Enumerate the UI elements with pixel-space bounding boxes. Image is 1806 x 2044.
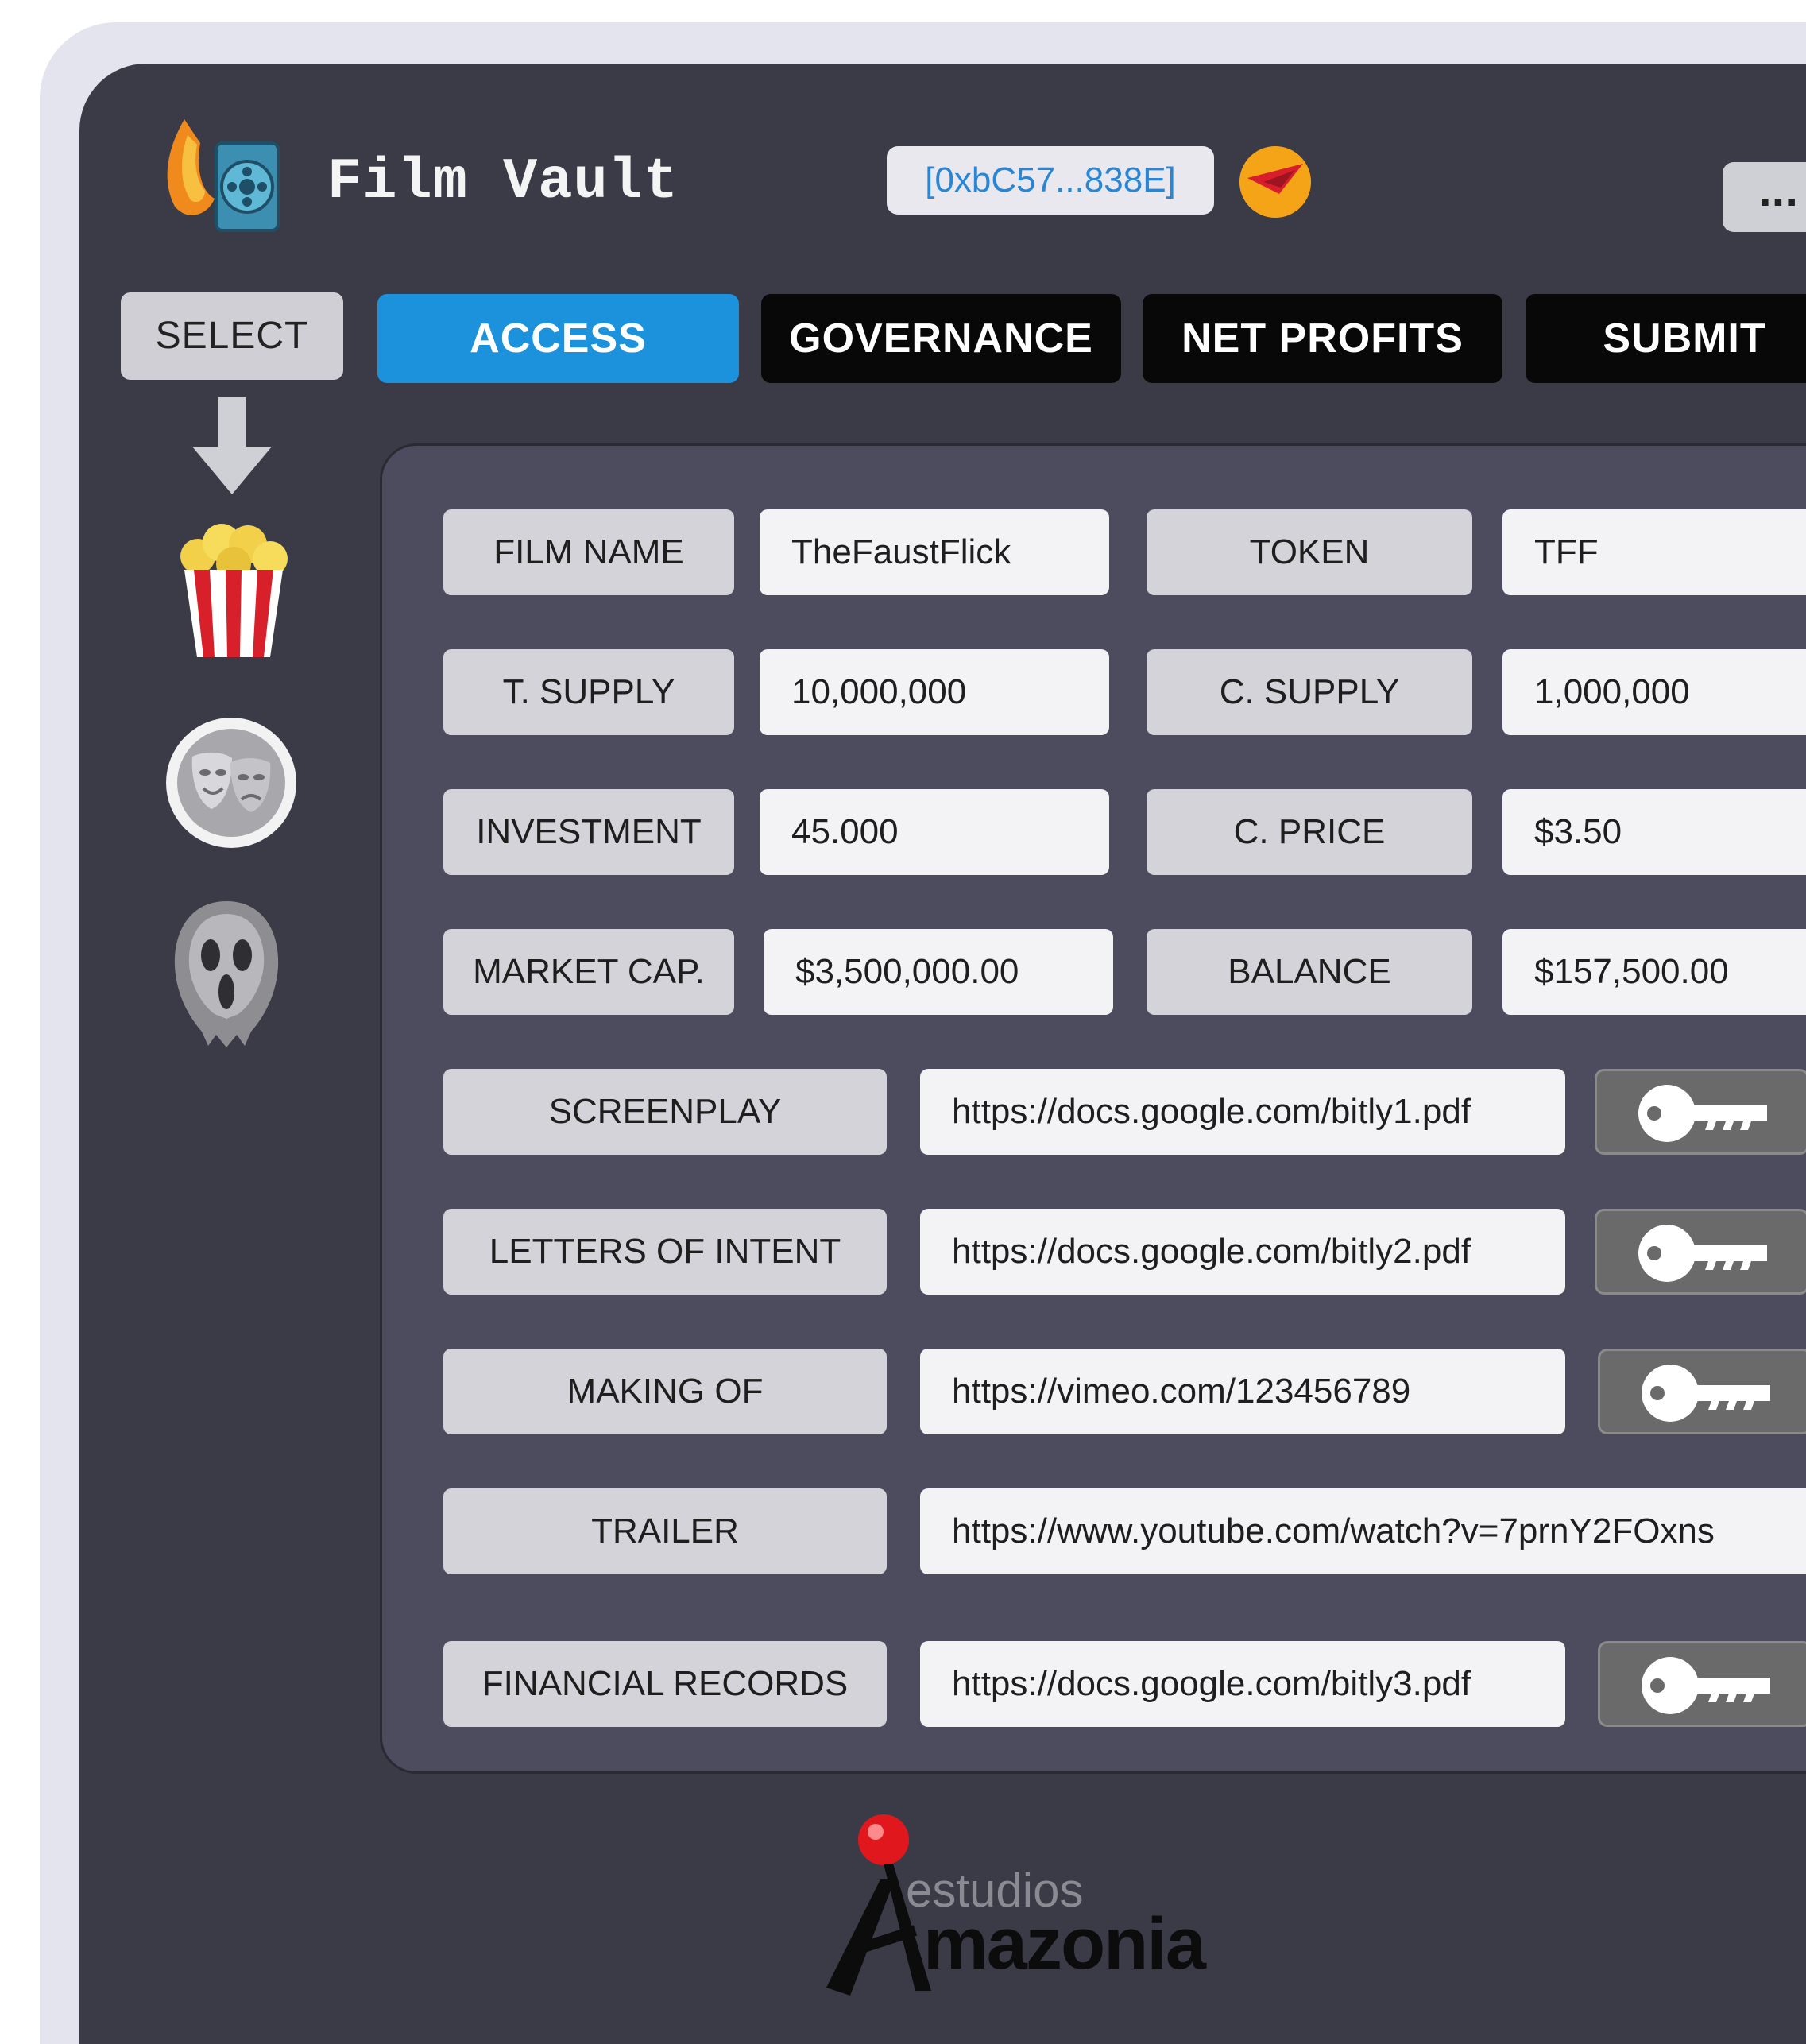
theater-masks-icon[interactable] bbox=[164, 715, 299, 850]
screenplay-label: SCREENPLAY bbox=[443, 1069, 887, 1155]
app-title: Film Vault bbox=[327, 149, 679, 215]
more-options-button[interactable]: ... bbox=[1723, 162, 1806, 232]
investment-label: INVESTMENT bbox=[443, 789, 734, 875]
balance-label: BALANCE bbox=[1147, 929, 1472, 1015]
market-cap-label: MARKET CAP. bbox=[443, 929, 734, 1015]
total-supply-label: T. SUPPLY bbox=[443, 649, 734, 735]
key-icon bbox=[1642, 1365, 1770, 1422]
wallet-address-badge[interactable]: [0xbC57...838E] bbox=[887, 146, 1214, 215]
financial-records-unlock-button[interactable] bbox=[1598, 1641, 1806, 1727]
circulating-supply-label: C. SUPPLY bbox=[1147, 649, 1472, 735]
brand-bottom-text: mazonia bbox=[923, 1903, 1207, 1984]
making-of-unlock-button[interactable] bbox=[1598, 1349, 1806, 1434]
making-of-label: MAKING OF bbox=[443, 1349, 887, 1434]
current-price-label: C. PRICE bbox=[1147, 789, 1472, 875]
wallet-avatar-icon[interactable] bbox=[1239, 146, 1311, 218]
current-price-field[interactable]: $3.50 bbox=[1502, 789, 1806, 875]
token-label: TOKEN bbox=[1147, 509, 1472, 595]
estudios-amazonia-logo: estudios mazonia bbox=[826, 1814, 1209, 1996]
token-field[interactable]: TFF bbox=[1502, 509, 1806, 595]
total-supply-field[interactable]: 10,000,000 bbox=[760, 649, 1109, 735]
tab-net-profits[interactable]: NET PROFITS bbox=[1143, 294, 1502, 383]
financial-records-url-field[interactable]: https://docs.google.com/bitly3.pdf bbox=[920, 1641, 1565, 1727]
film-details-card: FILM NAME TheFaustFlick TOKEN TFF T. SUP… bbox=[380, 443, 1806, 1774]
arrow-down-icon bbox=[192, 397, 272, 494]
film-vault-logo-icon bbox=[167, 119, 280, 232]
screenplay-unlock-button[interactable] bbox=[1595, 1069, 1806, 1155]
trailer-label: TRAILER bbox=[443, 1488, 887, 1574]
letters-of-intent-label: LETTERS OF INTENT bbox=[443, 1209, 887, 1295]
key-icon bbox=[1638, 1225, 1767, 1282]
film-name-field[interactable]: TheFaustFlick bbox=[760, 509, 1109, 595]
tab-access[interactable]: ACCESS bbox=[377, 294, 739, 383]
tab-governance[interactable]: GOVERNANCE bbox=[761, 294, 1121, 383]
balance-field[interactable]: $157,500.00 bbox=[1502, 929, 1806, 1015]
investment-field[interactable]: 45.000 bbox=[760, 789, 1109, 875]
key-icon bbox=[1642, 1657, 1770, 1714]
select-button[interactable]: SELECT bbox=[121, 292, 343, 380]
screenplay-url-field[interactable]: https://docs.google.com/bitly1.pdf bbox=[920, 1069, 1565, 1155]
market-cap-field[interactable]: $3,500,000.00 bbox=[764, 929, 1113, 1015]
making-of-url-field[interactable]: https://vimeo.com/123456789 bbox=[920, 1349, 1565, 1434]
letters-of-intent-unlock-button[interactable] bbox=[1595, 1209, 1806, 1295]
key-icon bbox=[1638, 1085, 1767, 1142]
financial-records-label: FINANCIAL RECORDS bbox=[443, 1641, 887, 1727]
trailer-url-field[interactable]: https://www.youtube.com/watch?v=7prnY2FO… bbox=[920, 1488, 1806, 1574]
ghostface-mask-icon[interactable] bbox=[167, 898, 286, 1049]
tab-submit[interactable]: SUBMIT bbox=[1526, 294, 1806, 383]
circulating-supply-field[interactable]: 1,000,000 bbox=[1502, 649, 1806, 735]
app-panel: Film Vault [0xbC57...838E] ... SELECT AC… bbox=[79, 64, 1806, 2044]
popcorn-icon[interactable] bbox=[170, 521, 297, 660]
film-name-label: FILM NAME bbox=[443, 509, 734, 595]
letters-of-intent-url-field[interactable]: https://docs.google.com/bitly2.pdf bbox=[920, 1209, 1565, 1295]
